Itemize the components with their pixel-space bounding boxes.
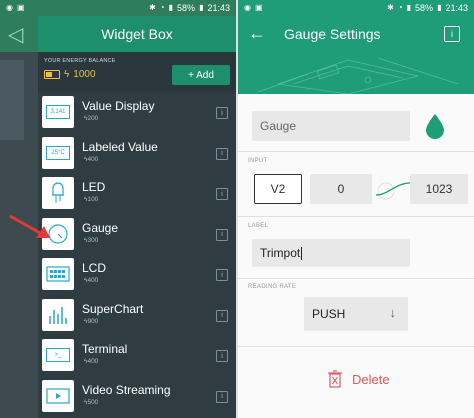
device-illustration-icon (257, 57, 459, 94)
settings-form: Gauge INPUT V2 0 1023 LABEL Trimpot READ… (238, 94, 474, 418)
info-icon[interactable]: i (216, 147, 228, 160)
terminal-icon: >_ (42, 339, 74, 371)
delete-label: Delete (352, 371, 390, 387)
widget-item-terminal[interactable]: >_ Terminal ϟ400 i (38, 335, 236, 376)
bluetooth-icon: ✱ (387, 3, 394, 12)
energy-balance-bar: YOUR ENERGY BALANCE ϟ 1000 + Add (38, 52, 236, 92)
gauge-icon (42, 217, 74, 250)
app-icon: ▣ (16, 3, 25, 12)
info-icon[interactable]: i (216, 188, 228, 200)
status-bar: ◉ ▣ ✱ ◔ ▮ 58% ▮ 21:43 (238, 0, 474, 16)
battery-percent: 58% (177, 3, 196, 13)
superchart-icon (42, 298, 74, 331)
gauge-settings-screen: ◉ ▣ ✱ ◔ ▮ 58% ▮ 21:43 ← Gauge Settings i… (238, 0, 474, 418)
signal-icon: ▮ (168, 3, 174, 12)
widget-name: LED (82, 180, 106, 194)
widget-cost: ϟ200 (84, 115, 99, 122)
add-energy-button[interactable]: + Add (172, 65, 230, 85)
info-icon[interactable]: i (216, 390, 228, 403)
settings-header: ← Gauge Settings i (238, 16, 474, 54)
widget-name: Labeled Value (82, 139, 158, 154)
info-icon[interactable]: i (216, 228, 228, 241)
range-curve-icon (376, 182, 410, 200)
energy-bolt-icon: ϟ (64, 69, 70, 80)
notification-icon: ◉ (6, 3, 13, 12)
back-arrow-icon[interactable]: ◁ (8, 22, 23, 47)
label-input[interactable]: Trimpot (252, 239, 410, 267)
widget-list: 3,141 Value Display ϟ200 i 25°C Labeled … (38, 92, 236, 416)
widget-cost: ϟ100 (84, 196, 99, 203)
battery-icon: ▮ (437, 3, 442, 12)
background-widget (0, 60, 24, 140)
notification-icon: ◉ (244, 3, 251, 12)
widget-cost: ϟ900 (84, 317, 99, 325)
section-divider (238, 151, 474, 152)
back-arrow-icon[interactable]: ← (248, 23, 266, 44)
input-section-label: INPUT (248, 158, 268, 164)
widget-name: Value Display (82, 99, 155, 113)
energy-battery-icon (44, 70, 60, 79)
lcd-icon (42, 258, 74, 290)
energy-value: 1000 (73, 69, 96, 80)
color-drop-icon[interactable] (424, 112, 446, 140)
drawer-title: Widget Box (38, 16, 236, 52)
widget-box-screen: ◉ ▣ ✱ ◔ ▮ 58% ▮ 21:43 ◁ Widget Box YOUR … (0, 0, 236, 418)
info-icon[interactable]: i (216, 107, 228, 119)
widget-cost: ϟ400 (84, 358, 99, 365)
widget-name-input[interactable]: Gauge (252, 111, 410, 141)
delete-button[interactable]: Delete (328, 370, 390, 388)
widget-box-drawer: Widget Box YOUR ENERGY BALANCE ϟ 1000 + … (38, 16, 236, 418)
video-streaming-icon (42, 379, 74, 412)
section-divider (238, 278, 474, 279)
widget-name: SuperChart (82, 301, 144, 316)
pin-select-button[interactable]: V2 (254, 174, 302, 204)
widget-cost: ϟ400 (84, 277, 99, 284)
reading-rate-label: READING RATE (248, 284, 297, 290)
labeled-value-icon: 25°C (42, 136, 74, 169)
reading-rate-dropdown[interactable]: PUSH ↓ (304, 297, 408, 331)
widget-item-gauge[interactable]: Gauge ϟ300 i (38, 214, 236, 255)
info-icon[interactable]: i (216, 309, 228, 322)
widget-item-lcd[interactable]: LCD ϟ400 i (38, 254, 236, 295)
label-section-label: LABEL (248, 223, 269, 229)
widget-name: Gauge (82, 220, 119, 235)
widget-name: Video Streaming (82, 382, 171, 397)
value-display-icon: 3,141 (42, 96, 74, 128)
widget-item-value-display[interactable]: 3,141 Value Display ϟ200 i (38, 92, 236, 133)
energy-label: YOUR ENERGY BALANCE (44, 58, 116, 64)
widget-item-led[interactable]: LED ϟ100 i (38, 173, 236, 214)
battery-percent: 58% (415, 3, 434, 13)
info-icon[interactable]: i (216, 350, 228, 362)
battery-icon: ▮ (199, 3, 204, 12)
widget-cost: ϟ400 (84, 155, 99, 163)
widget-item-superchart[interactable]: SuperChart ϟ900 i (38, 295, 236, 336)
text-cursor (301, 246, 303, 260)
widget-cost: ϟ500 (84, 398, 99, 406)
widget-preview-area (238, 54, 474, 94)
wifi-icon: ◔ (397, 3, 403, 12)
energy-value-row: ϟ 1000 (44, 69, 96, 80)
widget-name: LCD (82, 261, 107, 275)
section-divider (238, 346, 474, 347)
app-icon: ▣ (254, 3, 263, 12)
widget-name: Terminal (82, 342, 128, 356)
widget-cost: ϟ300 (84, 236, 99, 244)
clock: 21:43 (207, 3, 230, 13)
wifi-icon: ◔ (159, 3, 165, 12)
widget-item-video-streaming[interactable]: Video Streaming ϟ500 i (38, 376, 236, 417)
trash-icon (328, 370, 342, 388)
clock: 21:43 (445, 3, 468, 13)
min-value-input[interactable]: 0 (310, 174, 372, 204)
max-value-input[interactable]: 1023 (410, 174, 468, 204)
info-icon[interactable]: i (216, 269, 228, 281)
led-icon (42, 177, 74, 209)
page-title: Gauge Settings (284, 26, 381, 42)
info-icon[interactable]: i (444, 26, 460, 42)
arrow-down-icon: ↓ (389, 305, 397, 320)
section-divider (238, 216, 474, 217)
bluetooth-icon: ✱ (149, 3, 156, 12)
status-bar: ◉ ▣ ✱ ◔ ▮ 58% ▮ 21:43 (0, 0, 236, 16)
widget-item-labeled-value[interactable]: 25°C Labeled Value ϟ400 i (38, 133, 236, 174)
signal-icon: ▮ (406, 3, 412, 12)
